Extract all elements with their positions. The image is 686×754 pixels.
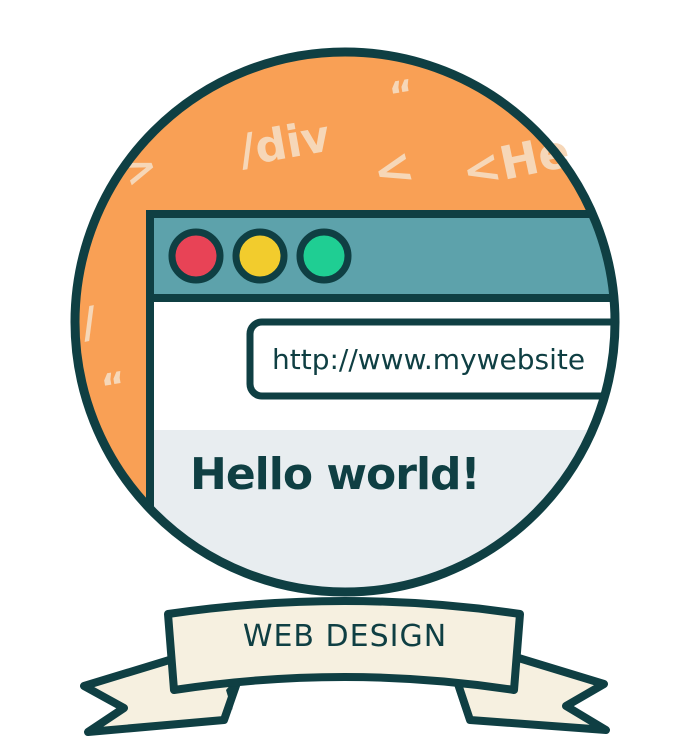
close-button-icon[interactable] [168, 228, 224, 284]
ribbon-banner: WEB DESIGN [80, 597, 610, 736]
page-heading: Hello world! [190, 449, 480, 500]
web-design-badge: /div <He > < “ / “ http://www.mywebsite … [70, 47, 620, 736]
title-bar-divider [154, 294, 615, 302]
minimize-button-icon[interactable] [232, 228, 288, 284]
url-text: http://www.mywebsite [272, 343, 585, 376]
maximize-button-icon[interactable] [296, 228, 352, 284]
ribbon-label: WEB DESIGN [243, 619, 447, 654]
